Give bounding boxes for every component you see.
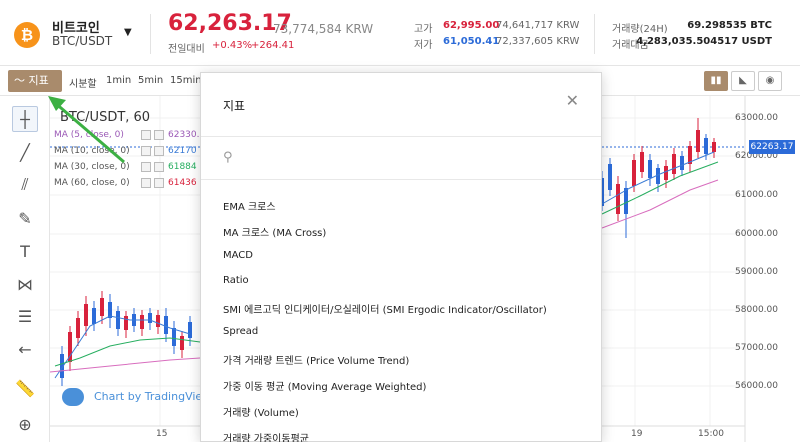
app-root: ₿ 비트코인 BTC/USDT ▼ 62,263.17 73,774,584 K… (0, 0, 800, 442)
annotation-arrow (48, 96, 125, 164)
